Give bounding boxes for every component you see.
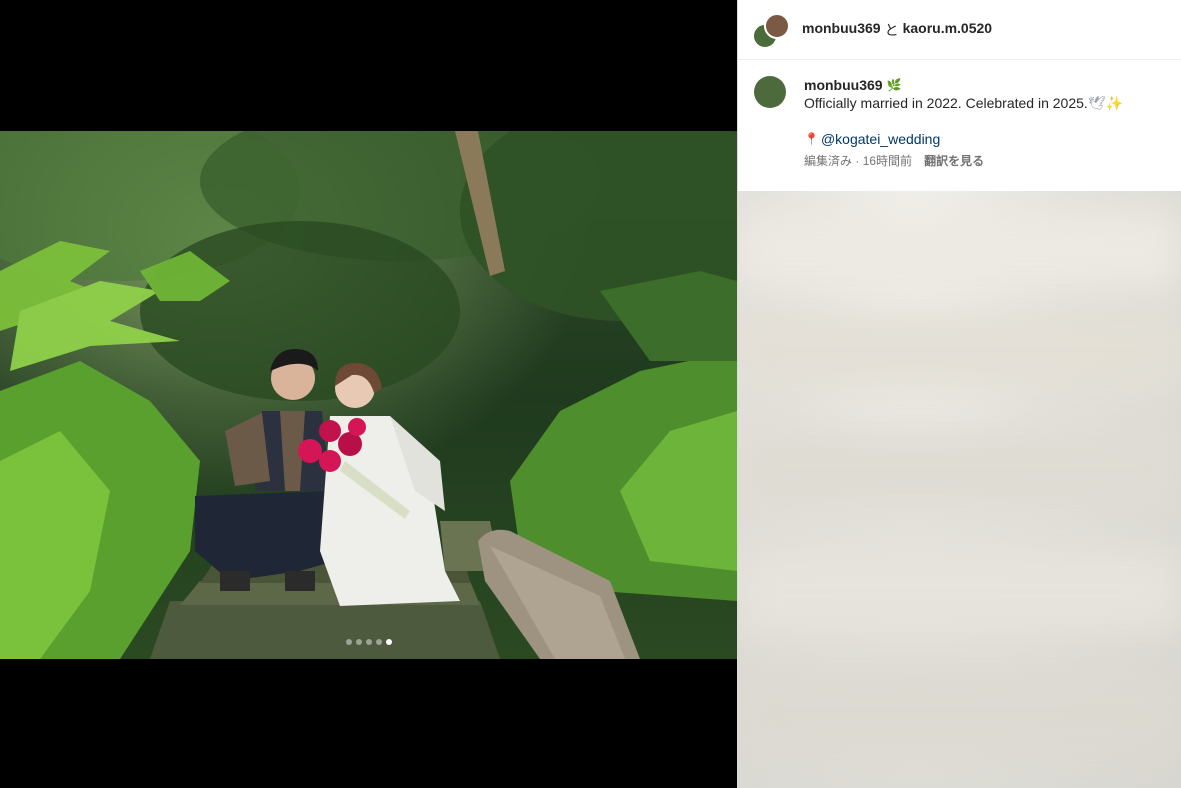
carousel-dot xyxy=(365,639,372,645)
caption-location-row: 📍 @kogatei_wedding xyxy=(804,130,1123,148)
carousel-dot-active xyxy=(385,639,392,645)
edited-label: 編集済み xyxy=(804,154,853,168)
wedding-photo-illustration xyxy=(0,131,737,659)
translate-button[interactable]: 翻訳を見る xyxy=(924,152,984,170)
carousel-dot xyxy=(345,639,352,645)
author-link-1[interactable]: monbuu369 xyxy=(802,20,881,40)
caption-body: monbuu369 🌿 Officially married in 2022. … xyxy=(804,76,1123,170)
post-authors: monbuu369 と kaoru.m.0520 xyxy=(802,20,992,40)
leaf-icon: 🌿 xyxy=(886,78,902,92)
post-photo[interactable] xyxy=(0,131,737,659)
collab-avatars[interactable] xyxy=(752,12,790,49)
carousel-indicator xyxy=(0,639,737,645)
post-media xyxy=(0,0,737,788)
post-caption: monbuu369 🌿 Officially married in 2022. … xyxy=(738,60,1181,170)
post-details-panel: monbuu369 と kaoru.m.0520 monbuu369 🌿 Off… xyxy=(737,0,1181,788)
caption-text-row: Officially married in 2022. Celebrated i… xyxy=(804,94,1123,112)
caption-username[interactable]: monbuu369 xyxy=(804,76,883,94)
mention-link[interactable]: @kogatei_wedding xyxy=(821,130,940,148)
carousel-dot xyxy=(355,639,362,645)
authors-separator: と xyxy=(884,21,899,38)
caption-avatar[interactable] xyxy=(754,76,786,108)
time-separator: · xyxy=(855,154,860,168)
caption-username-row: monbuu369 🌿 xyxy=(804,76,1123,94)
caption-text: Officially married in 2022. Celebrated i… xyxy=(804,95,1088,111)
caption-edited-time: 編集済み · 16時間前 xyxy=(804,152,912,170)
blurred-region xyxy=(738,551,1181,631)
carousel-dot xyxy=(375,639,382,645)
blurred-region xyxy=(738,211,1181,291)
blurred-region xyxy=(738,311,1181,391)
author-link-2[interactable]: kaoru.m.0520 xyxy=(903,20,993,40)
avatar xyxy=(764,12,790,39)
blurred-comments-area xyxy=(738,191,1181,788)
sparkle-icon: ✨ xyxy=(1105,95,1124,111)
caption-meta: 編集済み · 16時間前 翻訳を見る xyxy=(804,152,1123,170)
blurred-region xyxy=(738,431,1181,511)
post-time[interactable]: 16時間前 xyxy=(863,154,912,168)
pin-icon: 📍 xyxy=(804,132,819,146)
post-header: monbuu369 と kaoru.m.0520 xyxy=(738,0,1181,60)
post-viewer: monbuu369 と kaoru.m.0520 monbuu369 🌿 Off… xyxy=(0,0,1181,788)
blurred-region xyxy=(738,671,1181,751)
dove-icon: 🕊 xyxy=(1087,95,1106,111)
